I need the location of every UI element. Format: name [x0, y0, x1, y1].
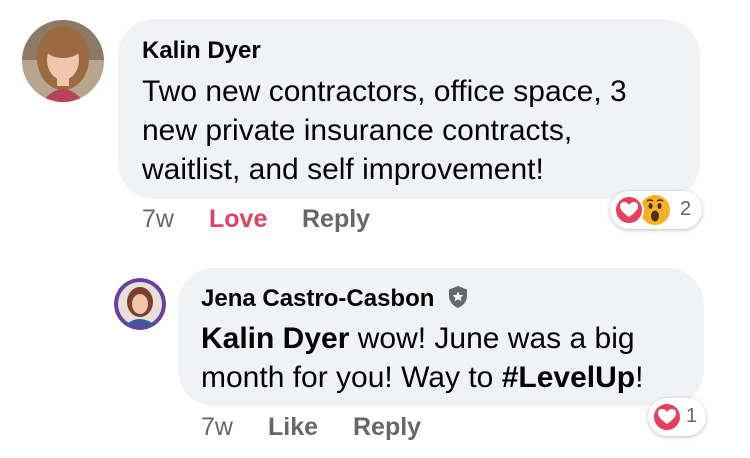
comment-text-line: waitlist, and self improvement!	[142, 153, 544, 186]
reply-bubble: Jena Castro-Casbon Kalin Dyer wow! June …	[178, 268, 704, 406]
avatar-jena-castro-casbon[interactable]	[114, 278, 166, 330]
love-icon	[652, 402, 682, 432]
avatar-photo	[114, 278, 166, 330]
shield-badge-icon	[447, 285, 469, 316]
reply-reaction-summary[interactable]: 1	[648, 398, 706, 436]
reply-author[interactable]: Jena Castro-Casbon	[201, 285, 469, 316]
hashtag-link[interactable]: #LevelUp	[502, 361, 635, 394]
reply-actions: 7w Like Reply	[201, 413, 461, 445]
reply-text-segment: !	[635, 361, 644, 394]
wow-icon	[640, 195, 670, 225]
reply-button[interactable]: Reply	[302, 205, 370, 234]
comment-actions: 7w Love Reply	[142, 205, 442, 237]
reply-text-segment: wow! June was a big	[349, 322, 635, 355]
like-button[interactable]: Like	[268, 413, 318, 442]
reply-text: Kalin Dyer wow! June was a big month for…	[201, 319, 701, 397]
reaction-summary[interactable]: 2	[610, 191, 702, 229]
reply-text-line: month for you! Way to #LevelUp!	[201, 358, 701, 397]
comment-author[interactable]: Kalin Dyer	[142, 37, 261, 65]
comment-text: Two new contractors, office space, 3 new…	[142, 72, 692, 189]
love-icon	[614, 195, 644, 225]
reply-timestamp[interactable]: 7w	[201, 413, 233, 442]
comment-bubble: Kalin Dyer Two new contractors, office s…	[118, 19, 700, 199]
mention-link[interactable]: Kalin Dyer	[201, 322, 349, 355]
reply-author-name: Jena Castro-Casbon	[201, 285, 435, 312]
comment-text-line: new private insurance contracts,	[142, 114, 573, 147]
reply-button[interactable]: Reply	[353, 413, 421, 442]
comment-timestamp[interactable]: 7w	[142, 205, 174, 234]
reply-text-line: Kalin Dyer wow! June was a big	[201, 319, 701, 358]
avatar-kalin-dyer[interactable]	[22, 20, 104, 102]
reply-text-segment: month for you! Way to	[201, 361, 502, 394]
avatar-photo	[22, 20, 104, 102]
love-button[interactable]: Love	[209, 205, 267, 234]
comment-text-line: Two new contractors, office space, 3	[142, 75, 627, 108]
reaction-count: 1	[686, 405, 698, 427]
reaction-count: 2	[680, 198, 692, 220]
